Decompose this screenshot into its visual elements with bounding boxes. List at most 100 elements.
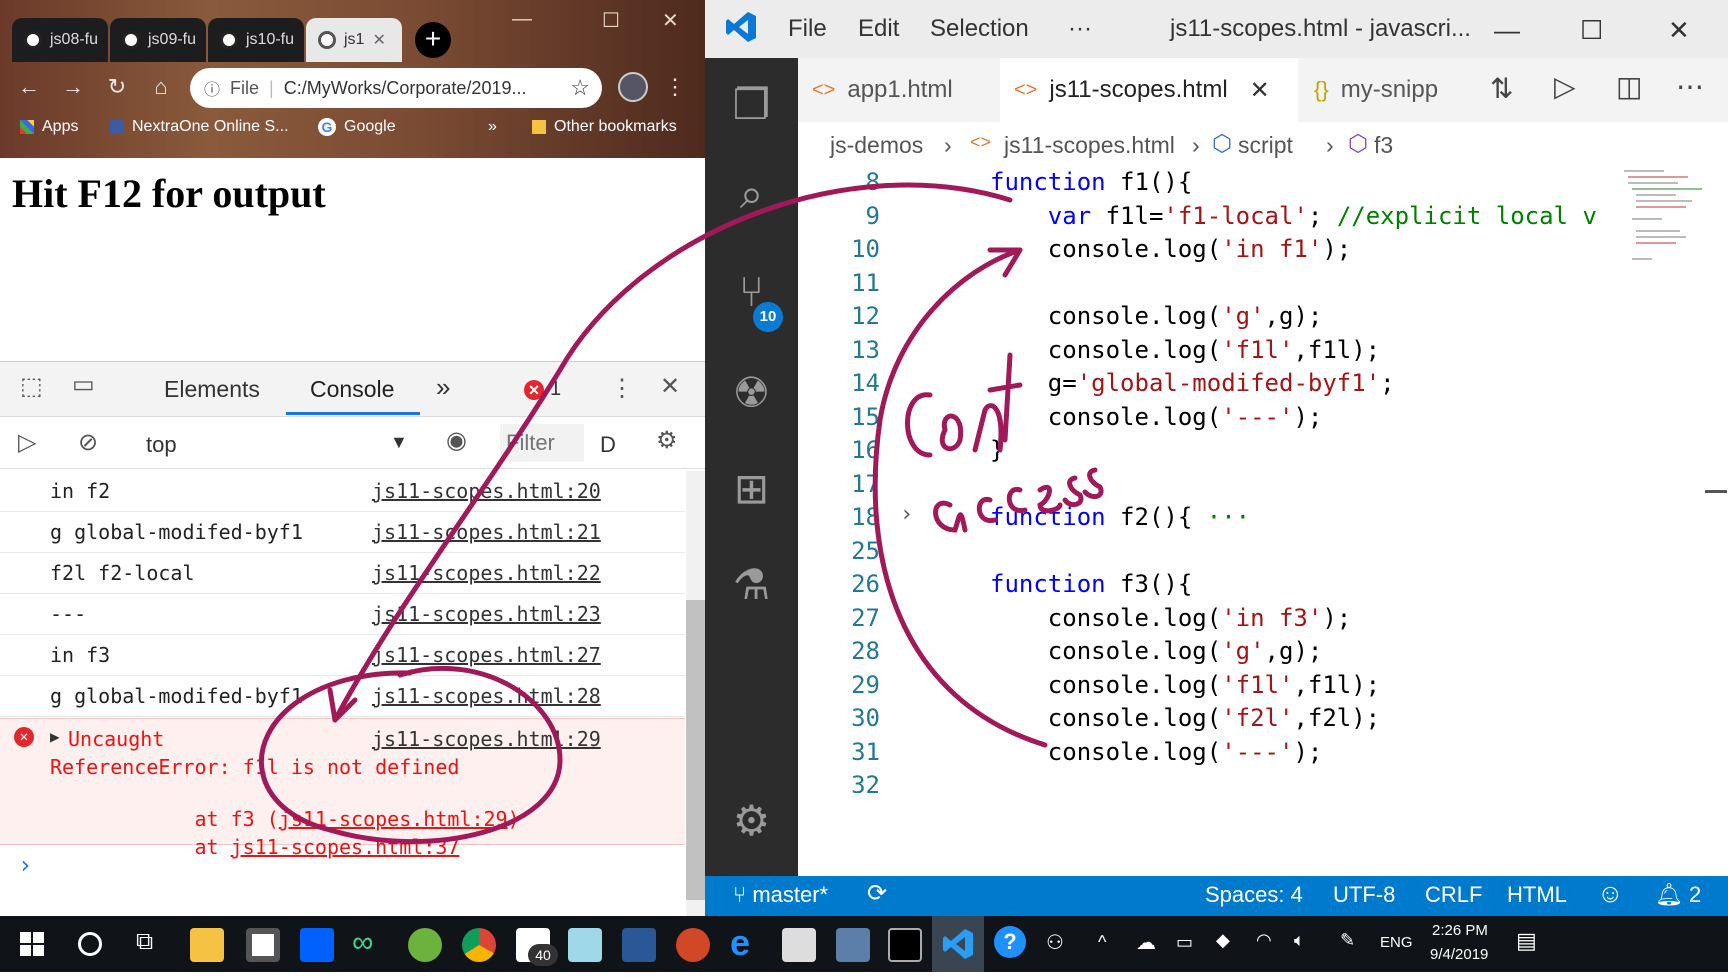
minimize-icon[interactable]: — <box>512 8 532 31</box>
chrome-icon[interactable] <box>462 928 496 962</box>
cortana-icon[interactable] <box>78 932 102 956</box>
tab-js11-scopes[interactable]: <> js11-scopes.html ✕ <box>1000 58 1298 122</box>
file-explorer-icon[interactable] <box>190 928 224 962</box>
clock-date[interactable]: 9/4/2019 <box>1430 946 1488 963</box>
tab-my-snippets[interactable]: {} my-snipp <box>1300 58 1480 122</box>
eol-status[interactable]: CRLF <box>1425 882 1482 908</box>
photos-icon[interactable] <box>782 928 816 962</box>
scrollbar-thumb[interactable] <box>686 600 705 900</box>
source-control-icon[interactable]: ⑂ <box>705 268 798 316</box>
infinity-icon[interactable]: ∞ <box>352 926 373 960</box>
powerpoint-icon[interactable] <box>676 928 710 962</box>
stack-link[interactable]: js11-scopes.html:37 <box>231 835 460 859</box>
address-bar[interactable]: ⓘ File | C:/MyWorks/Corporate/2019... ☆ <box>190 68 602 108</box>
home-icon[interactable]: ⌂ <box>146 74 176 100</box>
encoding-status[interactable]: UTF-8 <box>1333 882 1395 908</box>
eye-icon[interactable]: ◉ <box>446 426 467 455</box>
tab-console[interactable]: Console <box>310 376 394 403</box>
new-tab-button[interactable]: + <box>415 22 451 58</box>
spring-icon[interactable] <box>408 928 442 962</box>
context-selector[interactable]: top <box>146 432 177 458</box>
action-center-icon[interactable]: ▤ <box>1516 928 1537 954</box>
close-tab-icon[interactable]: ✕ <box>1250 76 1270 105</box>
menu-selection[interactable]: Selection <box>930 15 1029 43</box>
breadcrumb-item[interactable]: js11-scopes.html <box>1004 132 1175 159</box>
gear-icon[interactable]: ⚙ <box>705 796 798 845</box>
feedback-icon[interactable]: ☺ <box>1597 878 1624 909</box>
inspect-element-icon[interactable]: ⬚ <box>20 372 43 401</box>
vscode-taskbar-item[interactable] <box>932 916 984 972</box>
menu-edit[interactable]: Edit <box>858 15 899 43</box>
tab-app1[interactable]: <> app1.html <box>798 58 998 122</box>
source-link[interactable]: js11-scopes.html:22 <box>372 561 601 585</box>
edge-icon[interactable]: e <box>730 922 750 964</box>
source-link[interactable]: js11-scopes.html:23 <box>372 602 601 626</box>
source-link[interactable]: js11-scopes.html:27 <box>372 643 601 667</box>
minimize-icon[interactable]: — <box>1494 15 1520 46</box>
filter-input[interactable] <box>504 428 580 458</box>
terminal-icon[interactable] <box>888 928 922 962</box>
console-prompt[interactable]: › <box>18 851 32 879</box>
windows-start-icon[interactable] <box>20 932 44 961</box>
levels-dropdown[interactable]: D <box>600 432 616 458</box>
menu-file[interactable]: File <box>788 15 827 43</box>
bookmark-google[interactable]: G Google <box>318 118 396 136</box>
flask-icon[interactable]: ⚗ <box>705 560 798 609</box>
language-indicator[interactable]: ENG <box>1380 934 1413 951</box>
battery-icon[interactable]: ▭ <box>1176 932 1193 953</box>
bookmark-apps[interactable]: Apps <box>20 118 78 136</box>
browser-tab-1[interactable]: js08-fu <box>12 18 108 62</box>
close-window-icon[interactable]: ✕ <box>662 8 679 33</box>
pen-icon[interactable]: ✎ <box>1340 930 1355 951</box>
browser-tab-3[interactable]: js10-fu <box>208 18 304 62</box>
forward-icon[interactable]: → <box>58 74 88 100</box>
minimap[interactable] <box>1608 166 1728 306</box>
remote-desktop-icon[interactable] <box>836 928 870 962</box>
task-view-icon[interactable]: ⧉ <box>136 928 153 956</box>
bookmark-nextraone[interactable]: NextraOne Online S... <box>110 118 289 136</box>
people-icon[interactable]: ⚇ <box>1046 930 1064 955</box>
breadcrumb-item[interactable]: js-demos <box>830 132 923 159</box>
search-icon[interactable]: ⌕ <box>705 170 798 219</box>
help-icon[interactable]: ? <box>994 926 1026 958</box>
extensions-icon[interactable]: ⊞ <box>705 464 798 513</box>
back-icon[interactable]: ← <box>14 74 44 100</box>
sidebar-toggle-icon[interactable]: ▷ <box>18 428 36 457</box>
source-link[interactable]: js11-scopes.html:21 <box>372 520 601 544</box>
more-actions-icon[interactable]: ⋯ <box>1676 70 1704 103</box>
maximize-icon[interactable]: ☐ <box>1580 15 1603 46</box>
debug-icon[interactable]: ☢ <box>705 368 798 417</box>
language-mode[interactable]: HTML <box>1507 882 1567 908</box>
sketch-icon[interactable] <box>568 928 602 962</box>
reload-icon[interactable]: ↻ <box>102 74 132 100</box>
source-link[interactable]: js11-scopes.html:28 <box>372 684 601 708</box>
devtools-menu-icon[interactable]: ⋮ <box>610 374 634 403</box>
star-icon[interactable]: ☆ <box>570 75 590 101</box>
more-tabs-button[interactable]: » <box>436 372 450 403</box>
browser-tab-2[interactable]: js09-fu <box>110 18 206 62</box>
breadcrumb-item[interactable]: f3 <box>1374 132 1393 159</box>
menu-icon[interactable]: ⋮ <box>660 74 690 100</box>
chevron-right-icon[interactable]: › <box>900 502 913 527</box>
close-window-icon[interactable]: ✕ <box>1668 15 1690 46</box>
breadcrumb-item[interactable]: script <box>1238 132 1293 159</box>
close-tab-icon[interactable]: ✕ <box>372 30 385 50</box>
sync-icon[interactable]: ⟳ <box>867 879 887 908</box>
clock-time[interactable]: 2:26 PM <box>1432 922 1488 939</box>
volume-icon[interactable]: 🔈︎ <box>1294 930 1305 951</box>
explorer-icon[interactable]: ❐ <box>705 80 798 129</box>
branch-indicator[interactable]: ⑂ master* <box>733 882 828 908</box>
store-icon[interactable] <box>246 928 280 962</box>
wifi-icon[interactable]: ◠ <box>1256 930 1272 951</box>
compare-icon[interactable]: ⇅ <box>1490 72 1513 105</box>
code-editor[interactable]: 8 function f1(){9 var f1l='f1-local'; //e… <box>798 166 1728 876</box>
onedrive-icon[interactable]: ☁ <box>1136 930 1156 955</box>
menu-more[interactable]: ··· <box>1068 15 1092 43</box>
word-icon[interactable] <box>622 928 656 962</box>
clear-console-icon[interactable]: ⊘ <box>78 428 98 457</box>
error-counter[interactable]: ✕ 1 <box>524 378 561 401</box>
avatar[interactable] <box>618 72 648 102</box>
bookmarks-overflow[interactable]: » <box>488 118 497 136</box>
indentation-status[interactable]: Spaces: 4 <box>1205 882 1303 908</box>
split-editor-icon[interactable]: ◫ <box>1616 70 1642 103</box>
